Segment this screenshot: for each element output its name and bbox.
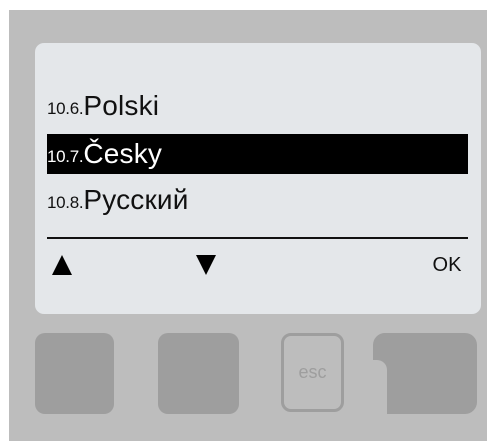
hardware-button-1[interactable] xyxy=(35,333,114,414)
esc-button[interactable]: esc xyxy=(281,333,344,412)
menu-item-label: Русский xyxy=(83,184,189,215)
button-notch xyxy=(373,360,387,414)
triangle-up-icon xyxy=(52,255,72,275)
menu-item-label: Česky xyxy=(83,138,163,169)
hardware-button-4[interactable] xyxy=(373,333,477,414)
hardware-button-2[interactable] xyxy=(158,333,239,414)
menu-item-label: Polski xyxy=(83,90,160,121)
menu-item-russkiy[interactable]: 10.8. Русский xyxy=(47,180,468,220)
lcd-display: 10.6. Polski 10.7. Česky 10.8. Русский O… xyxy=(35,43,481,314)
menu-item-number: 10.7. xyxy=(47,147,84,166)
menu-item-number: 10.8. xyxy=(47,193,84,212)
menu-item-cesky-selected[interactable]: 10.7. Česky xyxy=(47,134,468,174)
ok-softkey[interactable]: OK xyxy=(425,251,469,279)
menu-item-number: 10.6. xyxy=(47,99,84,118)
menu-item-polski[interactable]: 10.6. Polski xyxy=(47,86,468,126)
scroll-up-softkey[interactable] xyxy=(51,251,73,279)
softkey-divider xyxy=(47,237,468,239)
scroll-down-softkey[interactable] xyxy=(195,251,217,279)
triangle-down-icon xyxy=(196,255,216,275)
